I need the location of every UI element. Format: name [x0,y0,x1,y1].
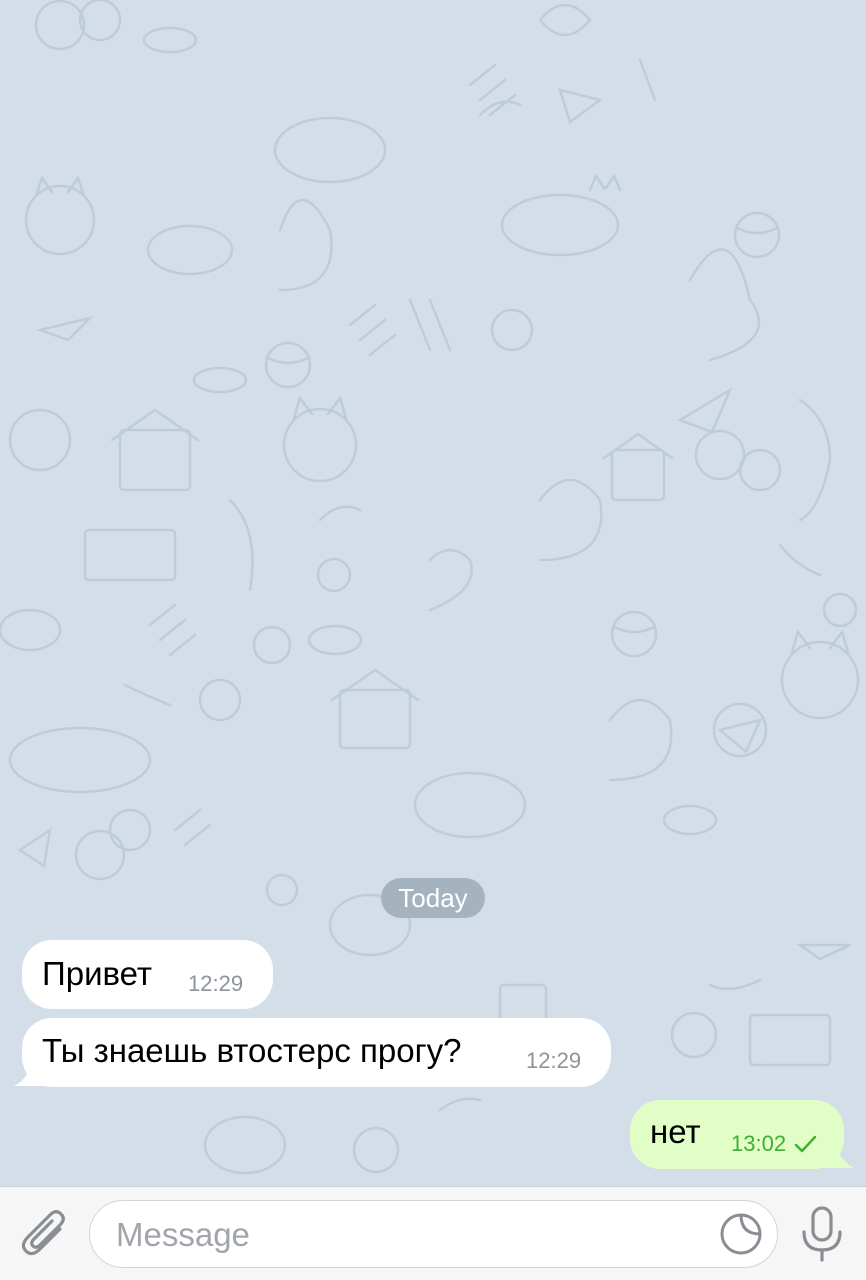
message-time: 13:02 [731,1131,787,1156]
read-check-icon [794,1135,817,1153]
message-time: 12:29 [188,971,244,996]
message-field[interactable] [89,1200,778,1268]
incoming-message[interactable]: Ты знаешь втостерс прогу? 12:29 [22,1018,611,1087]
outgoing-message[interactable]: нет 13:02 [630,1100,844,1169]
message-text: Привет [42,955,153,992]
message-text: нет [650,1113,701,1150]
composer-bar [0,1186,866,1280]
date-divider: Today [381,878,485,918]
message-text: Ты знаешь втостерс прогу? [42,1032,462,1069]
chat-area[interactable]: Today Привет 12:29 Ты знаешь втостерс пр… [0,0,866,1186]
sticker-icon[interactable] [718,1211,764,1257]
microphone-icon[interactable] [798,1205,846,1263]
paperclip-icon[interactable] [20,1207,70,1261]
incoming-message[interactable]: Привет 12:29 [22,940,273,1009]
message-input[interactable] [114,1211,708,1259]
message-time: 12:29 [526,1048,582,1073]
